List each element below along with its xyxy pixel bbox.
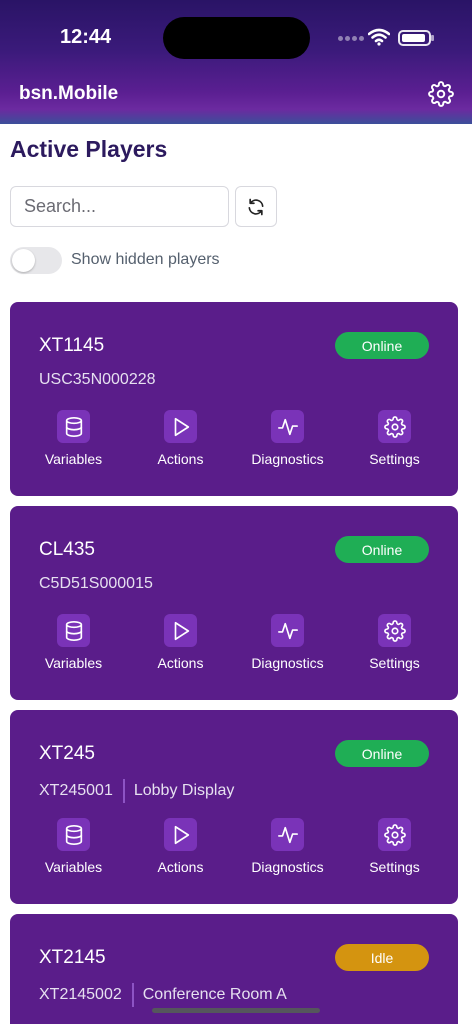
settings-button[interactable]: Settings — [341, 410, 448, 474]
player-card[interactable]: XT1145 Online USC35N000228 Variables Act… — [10, 302, 458, 496]
play-icon — [164, 818, 197, 851]
actions-label: Actions — [157, 859, 204, 875]
variables-label: Variables — [44, 859, 103, 875]
player-name: XT245 — [39, 743, 95, 764]
actions-button[interactable]: Actions — [127, 410, 234, 474]
actions-button[interactable]: Actions — [127, 818, 234, 882]
player-details: XT245001 Lobby Display — [39, 779, 234, 803]
toggle-knob — [12, 249, 35, 272]
play-icon — [164, 614, 197, 647]
actions-button[interactable]: Actions — [127, 614, 234, 678]
gear-icon — [378, 614, 411, 647]
variables-label: Variables — [44, 655, 103, 671]
player-location: Conference Room A — [142, 986, 287, 1003]
player-details: XT2145002 Conference Room A — [39, 983, 287, 1007]
database-icon — [57, 410, 90, 443]
battery-icon — [398, 30, 434, 46]
status-badge: Online — [335, 740, 429, 767]
settings-label: Settings — [369, 451, 420, 467]
status-badge: Online — [335, 332, 429, 359]
player-card[interactable]: XT245 Online XT245001 Lobby Display Vari… — [10, 710, 458, 904]
refresh-icon — [248, 198, 264, 215]
pulse-icon — [271, 410, 304, 443]
home-indicator[interactable] — [152, 1008, 320, 1013]
settings-button[interactable]: Settings — [341, 818, 448, 882]
player-name: CL435 — [39, 539, 95, 560]
player-actions: Variables Actions Diagnostics Settings — [20, 614, 448, 678]
diagnostics-button[interactable]: Diagnostics — [234, 818, 341, 882]
settings-label: Settings — [369, 859, 420, 875]
app-header: 12:44 bsn.Mobile — [0, 0, 472, 124]
divider — [131, 983, 134, 1007]
search-box[interactable] — [10, 186, 229, 227]
show-hidden-toggle[interactable] — [10, 247, 62, 274]
signal-icon — [338, 36, 364, 42]
status-badge: Idle — [335, 944, 429, 971]
pulse-icon — [271, 614, 304, 647]
pulse-icon — [271, 818, 304, 851]
status-badge: Online — [335, 536, 429, 563]
variables-button[interactable]: Variables — [20, 410, 127, 474]
refresh-button[interactable] — [235, 186, 277, 227]
diagnostics-button[interactable]: Diagnostics — [234, 614, 341, 678]
settings-button[interactable]: Settings — [341, 614, 448, 678]
player-serial: C5D51S000015 — [39, 575, 153, 592]
gear-icon[interactable] — [428, 81, 454, 107]
diagnostics-label: Diagnostics — [251, 451, 324, 467]
player-details: C5D51S000015 — [39, 575, 153, 593]
variables-button[interactable]: Variables — [20, 614, 127, 678]
gear-icon — [378, 410, 411, 443]
actions-label: Actions — [157, 451, 204, 467]
settings-label: Settings — [369, 655, 420, 671]
actions-label: Actions — [157, 655, 204, 671]
dynamic-island — [163, 17, 310, 59]
diagnostics-button[interactable]: Diagnostics — [234, 410, 341, 474]
player-card[interactable]: CL435 Online C5D51S000015 Variables Acti… — [10, 506, 458, 700]
player-location: Lobby Display — [133, 782, 235, 799]
page-title: Active Players — [10, 136, 168, 162]
search-input[interactable] — [11, 187, 228, 226]
database-icon — [57, 818, 90, 851]
player-serial: XT2145002 — [39, 986, 122, 1003]
database-icon — [57, 614, 90, 647]
status-bar: 12:44 — [0, 0, 472, 76]
divider — [122, 779, 125, 803]
variables-button[interactable]: Variables — [20, 818, 127, 882]
gear-icon — [378, 818, 411, 851]
variables-label: Variables — [44, 451, 103, 467]
player-serial: XT245001 — [39, 782, 113, 799]
player-name: XT2145 — [39, 947, 106, 968]
show-hidden-label: Show hidden players — [71, 251, 220, 268]
diagnostics-label: Diagnostics — [251, 859, 324, 875]
player-serial: USC35N000228 — [39, 371, 156, 388]
play-icon — [164, 410, 197, 443]
wifi-icon — [368, 28, 390, 46]
diagnostics-label: Diagnostics — [251, 655, 324, 671]
player-actions: Variables Actions Diagnostics Settings — [20, 410, 448, 474]
player-actions: Variables Actions Diagnostics Settings — [20, 818, 448, 882]
status-time: 12:44 — [60, 26, 112, 48]
app-title: bsn.Mobile — [19, 83, 119, 104]
player-details: USC35N000228 — [39, 371, 156, 389]
player-name: XT1145 — [39, 335, 105, 356]
